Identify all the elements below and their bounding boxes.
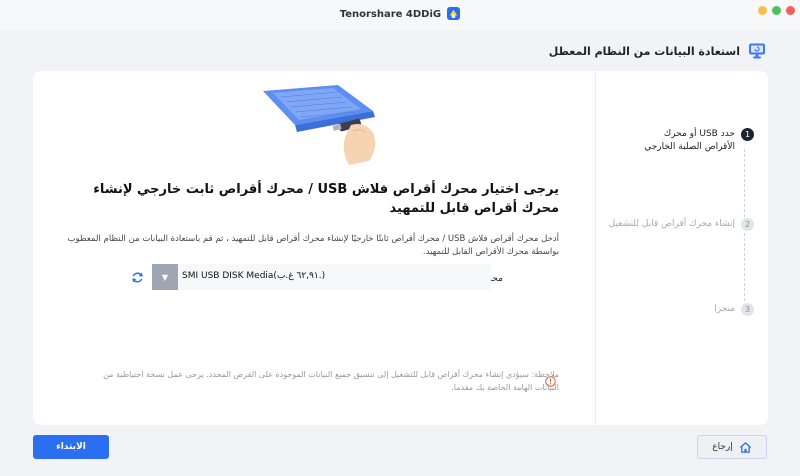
step-connector	[744, 233, 745, 301]
maximize-button[interactable]	[772, 6, 781, 15]
format-warning-note: ملاحظة: سيؤدي إنشاء محرك أقراص قابل للتش…	[103, 370, 559, 392]
back-button-label: إرجاع	[712, 442, 733, 452]
step-2-label: إنشاء محرك أقراص قابل للتشغيل	[608, 219, 735, 229]
4ddig-logo-icon	[447, 7, 461, 20]
step-3-number: 3	[741, 303, 754, 316]
title-bar: Tenorshare 4DDiG	[0, 0, 800, 30]
page-title: استعادة البيانات من النظام المعطل	[548, 44, 740, 58]
step-connector	[744, 149, 745, 217]
start-button[interactable]: الابتداء	[33, 435, 109, 459]
monitor-icon	[749, 43, 765, 59]
boot-drive-select[interactable]: ▼ SMI USB DISK Media(٦٢,٩١ غ.ب.)	[152, 264, 491, 290]
back-button[interactable]: إرجاع	[697, 435, 767, 459]
boot-drive-value: SMI USB DISK Media(٦٢,٩١ غ.ب.)	[182, 271, 326, 281]
step-1: 1 حدد USB أو محرك الأقراص الصلبة الخارجي	[640, 128, 754, 154]
step-3: 3 منجزا	[714, 303, 754, 316]
minimize-button[interactable]	[758, 6, 767, 15]
close-button[interactable]	[786, 6, 795, 15]
step-2-number: 2	[741, 218, 754, 231]
step-1-number: 1	[741, 128, 754, 141]
page-header: استعادة البيانات من النظام المعطل	[549, 42, 766, 60]
step-3-label: منجزا	[714, 304, 735, 314]
refresh-icon[interactable]	[131, 271, 144, 284]
window-controls	[758, 6, 795, 15]
steps-panel: 1 حدد USB أو محرك الأقراص الصلبة الخارجي…	[596, 71, 768, 425]
step-2: 2 إنشاء محرك أقراص قابل للتشغيل	[609, 218, 754, 231]
step-1-label: حدد USB أو محرك الأقراص الصلبة الخارجي	[644, 129, 735, 152]
main-card: يرجى اختيار محرك أقراص فلاش USB / محرك أ…	[33, 71, 768, 425]
usb-laptop-illustration	[263, 85, 376, 165]
chevron-down-icon[interactable]: ▼	[152, 264, 178, 290]
app-title-text: Tenorshare 4DDiG	[339, 9, 442, 20]
instructions-text: أدخل محرك أقراص فلاش USB / محرك أقراص ثا…	[67, 234, 559, 257]
app-title: Tenorshare 4DDiG	[0, 7, 800, 20]
home-icon	[739, 441, 751, 453]
main-heading: يرجى اختيار محرك أقراص فلاش USB / محرك أ…	[93, 182, 559, 216]
